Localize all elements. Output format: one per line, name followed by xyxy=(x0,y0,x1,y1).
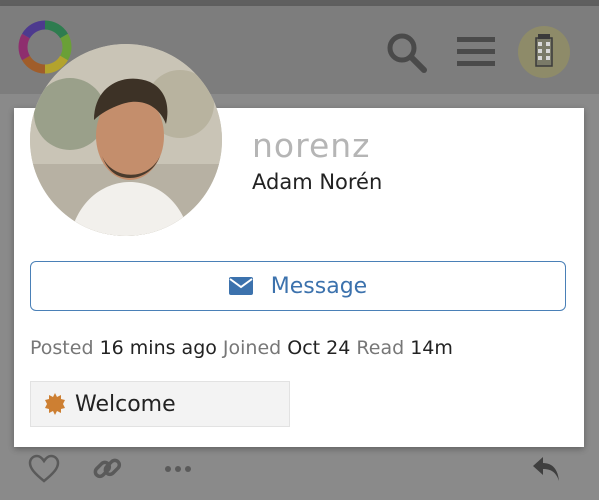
message-button[interactable]: Message xyxy=(30,261,566,311)
avatar-building-icon xyxy=(535,34,553,67)
posted-label: Posted xyxy=(30,337,94,359)
reply-icon[interactable] xyxy=(530,453,562,485)
link-icon[interactable] xyxy=(91,453,123,485)
read-label: Read xyxy=(356,337,405,359)
message-button-label: Message xyxy=(270,273,368,299)
welcome-badge[interactable]: Welcome xyxy=(30,381,290,427)
username[interactable]: norenz xyxy=(252,126,371,165)
hamburger-menu-icon[interactable] xyxy=(454,30,498,74)
profile-avatar[interactable] xyxy=(30,44,222,236)
full-name: Adam Norén xyxy=(252,170,383,194)
search-icon[interactable] xyxy=(384,30,428,74)
read-value: 14m xyxy=(410,337,453,359)
envelope-icon xyxy=(228,277,253,295)
user-stats: Posted 16 mins ago Joined Oct 24 Read 14… xyxy=(30,337,453,359)
joined-label: Joined xyxy=(222,337,282,359)
posted-value[interactable]: 16 mins ago xyxy=(100,337,217,359)
user-card: norenz Adam Norén Message Posted 16 mins… xyxy=(14,44,584,447)
user-avatar[interactable] xyxy=(518,26,570,78)
heart-icon[interactable] xyxy=(28,453,60,485)
joined-value: Oct 24 xyxy=(287,337,351,359)
profile-photo xyxy=(30,44,222,236)
more-icon[interactable] xyxy=(162,453,194,485)
badge-label: Welcome xyxy=(75,391,176,417)
badge-icon xyxy=(45,393,65,415)
